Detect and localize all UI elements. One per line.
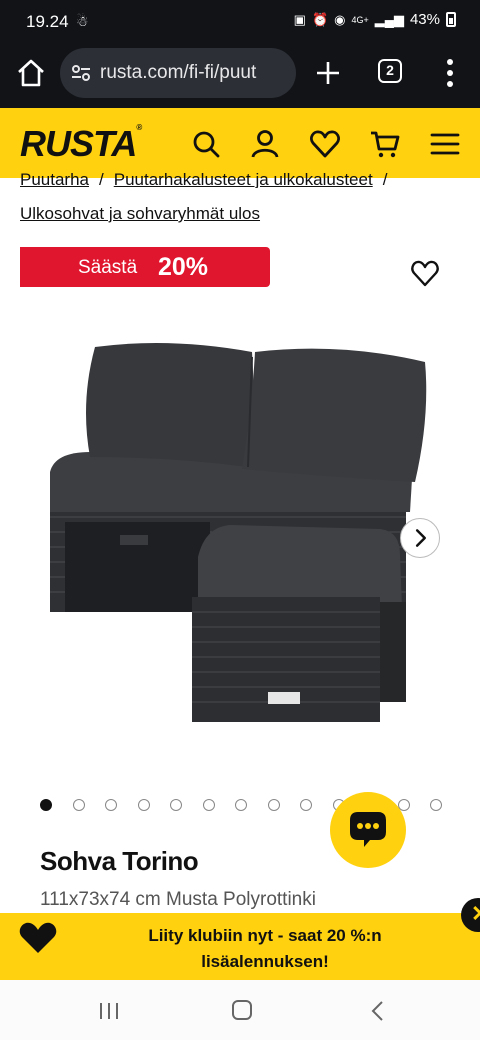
vibrate-icon: ▣ <box>293 11 306 27</box>
breadcrumb: Puutarha / Puutarhakalusteet ja ulkokalust… <box>20 170 388 188</box>
club-promo-banner[interactable]: Liity klubiin nyt - saat 20 %:n lisäalen… <box>0 913 480 980</box>
notification-icon: ☃ <box>76 13 89 29</box>
carousel-dot[interactable] <box>430 799 442 811</box>
signal-icon: ▂▄▆ <box>374 11 404 27</box>
carousel-dot[interactable] <box>105 799 117 811</box>
site-settings-icon[interactable] <box>70 62 92 84</box>
battery-percent: 43% <box>409 11 440 28</box>
new-tab-icon[interactable] <box>313 58 343 88</box>
alarm-icon: ⏰ <box>311 11 329 27</box>
rusta-logo[interactable]: RUSTA® <box>20 123 142 165</box>
account-icon[interactable] <box>249 128 281 160</box>
discount-label: Säästä <box>78 257 138 278</box>
back-icon[interactable] <box>370 1000 384 1022</box>
add-to-wishlist-icon[interactable] <box>410 259 440 287</box>
discount-badge: Säästä 20% <box>20 247 270 287</box>
system-nav-bar <box>0 980 480 1040</box>
product-description: 111x73x74 cm Musta Polyrottinki <box>40 889 316 910</box>
promo-text: Liity klubiin nyt - saat 20 %:n lisäalen… <box>148 926 382 971</box>
browser-home-icon[interactable] <box>14 56 48 90</box>
screen: 19.24 ☃ ▣ ⏰ ◉ 4G+ ▂▄▆ 43% rusta.com/fi-f… <box>0 0 480 1040</box>
hamburger-menu-icon[interactable] <box>429 128 461 160</box>
tab-switcher-button[interactable]: 2 <box>378 59 402 83</box>
network-type: 4G+ <box>351 14 369 25</box>
discount-percent: 20% <box>158 253 209 281</box>
address-bar[interactable]: rusta.com/fi-fi/puut <box>60 48 296 98</box>
site-header: RUSTA® <box>0 108 480 178</box>
browser-toolbar: rusta.com/fi-fi/puut 2 <box>0 42 480 108</box>
carousel-dot[interactable] <box>137 799 150 811</box>
carousel-dot[interactable] <box>72 799 85 811</box>
url-text[interactable]: rusta.com/fi-fi/puut <box>100 62 288 84</box>
club-heart-icon <box>19 922 57 953</box>
search-icon[interactable] <box>190 128 222 160</box>
cart-icon[interactable] <box>369 128 401 160</box>
battery-icon <box>446 12 456 27</box>
carousel-next-button[interactable] <box>400 518 440 558</box>
carousel-dot[interactable] <box>300 799 312 811</box>
breadcrumb-item[interactable]: Puutarha <box>20 170 89 188</box>
carousel-dot[interactable] <box>267 799 280 811</box>
product-title: Sohva Torino <box>40 846 199 876</box>
breadcrumb-item[interactable]: Puutarhakalusteet ja ulkokalusteet <box>114 170 373 188</box>
carousel-dot[interactable] <box>235 799 247 811</box>
carousel-dot[interactable] <box>170 799 182 811</box>
status-time: 19.24 <box>26 12 69 31</box>
home-icon[interactable] <box>232 1000 252 1020</box>
carousel-dot[interactable] <box>202 799 215 811</box>
wishlist-icon[interactable] <box>309 128 341 160</box>
hotspot-icon: ◉ <box>334 11 346 27</box>
browser-menu-icon[interactable] <box>444 58 456 88</box>
chat-button[interactable] <box>330 792 406 868</box>
product-image[interactable] <box>20 307 460 737</box>
status-bar: 19.24 ☃ ▣ ⏰ ◉ 4G+ ▂▄▆ 43% <box>0 0 480 42</box>
carousel-dot[interactable] <box>40 799 52 811</box>
chat-bubble-icon <box>350 812 386 847</box>
recents-icon[interactable] <box>98 1002 120 1020</box>
status-icons: ▣ ⏰ ◉ 4G+ ▂▄▆ 43% <box>294 11 456 28</box>
breadcrumb-current[interactable]: Ulkosohvat ja sohvaryhmät ulos <box>20 204 260 224</box>
